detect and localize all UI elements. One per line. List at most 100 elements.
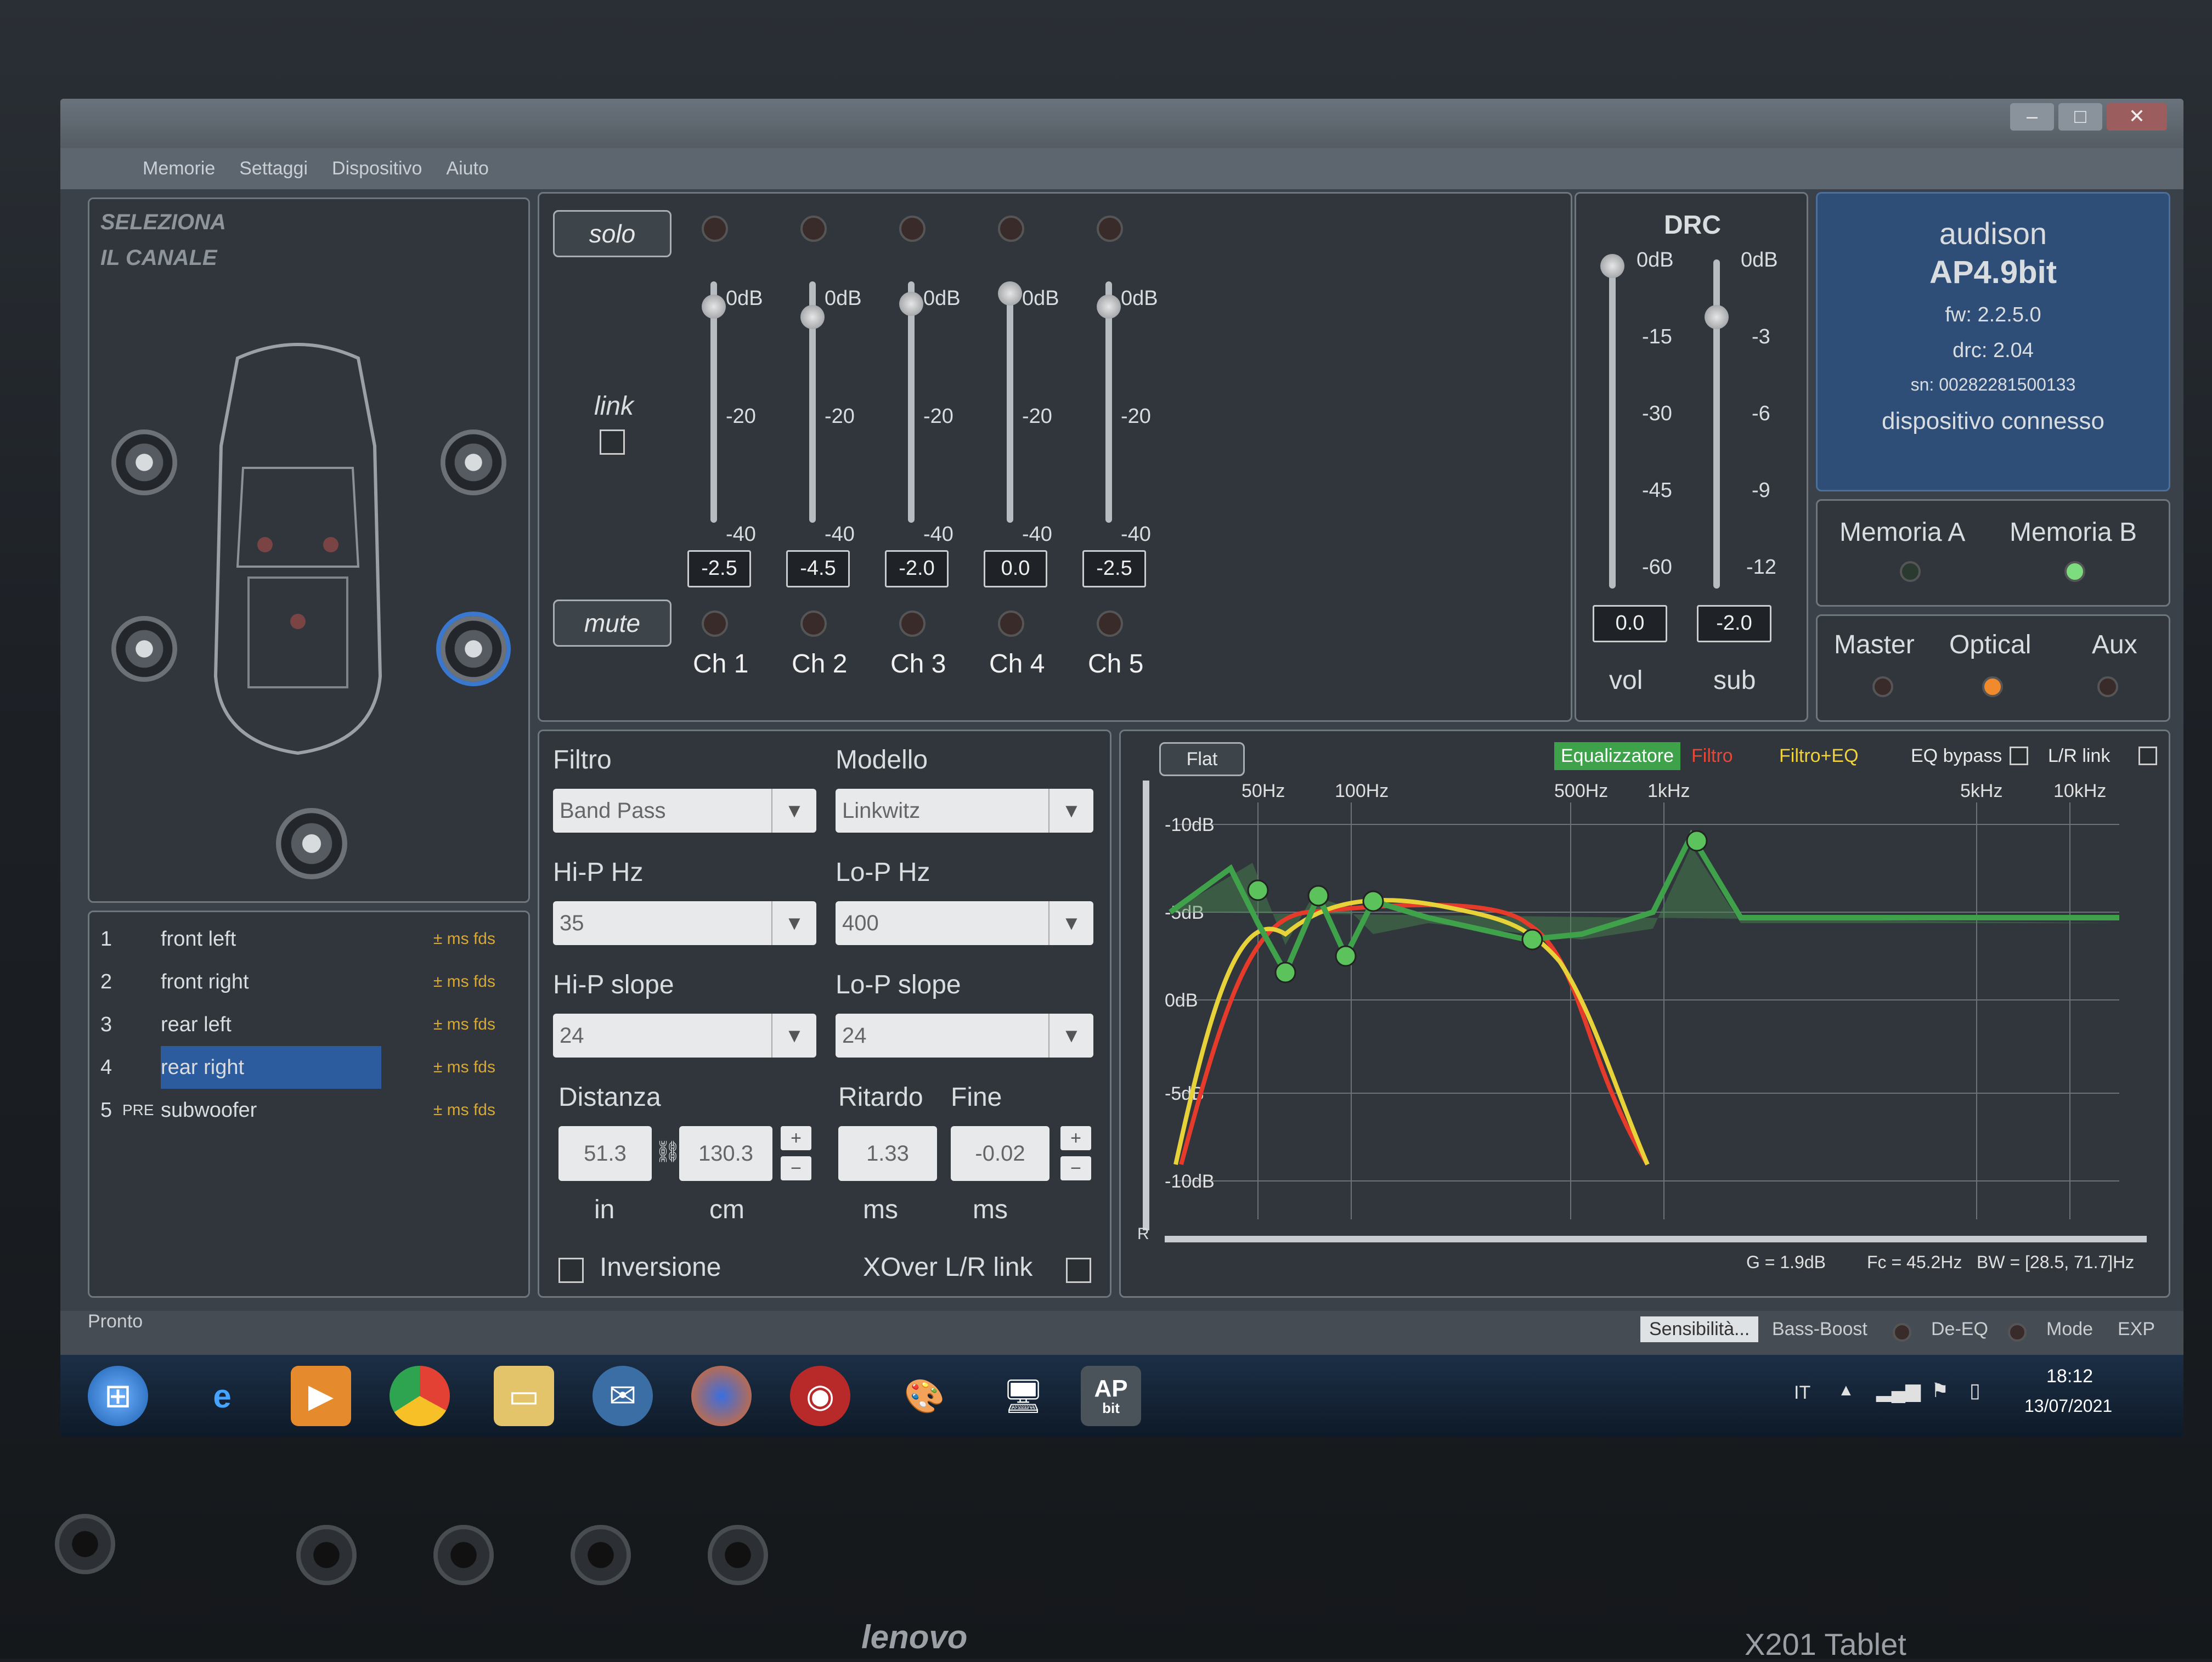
hw-button-1[interactable] xyxy=(296,1525,357,1585)
vol-value[interactable]: 0.0 xyxy=(1593,605,1667,642)
fader-knob-3[interactable] xyxy=(899,292,923,316)
media-player-icon[interactable]: ▶ xyxy=(291,1366,351,1426)
fader-knob-5[interactable] xyxy=(1097,294,1121,319)
mute-button[interactable]: mute xyxy=(553,600,672,647)
vol-slider-knob[interactable] xyxy=(1600,254,1624,278)
memory-b-led[interactable] xyxy=(2064,561,2085,582)
clock-time[interactable]: 18:12 xyxy=(2046,1366,2093,1387)
fader-value-1[interactable]: -2.5 xyxy=(687,550,751,587)
menu-aiuto[interactable]: Aiuto xyxy=(446,158,489,179)
inversione-checkbox[interactable] xyxy=(558,1258,584,1283)
sub-slider-knob[interactable] xyxy=(1705,305,1729,330)
computer-icon[interactable]: 🖥 xyxy=(993,1366,1053,1426)
eq-graph[interactable]: 50Hz 100Hz 500Hz 1kHz 5kHz 10kHz-10dB-5dB0dB-… xyxy=(1143,781,2158,1252)
hw-button-3[interactable] xyxy=(571,1525,631,1585)
distance-cm-field[interactable]: 130.3 xyxy=(679,1126,772,1181)
battery-icon[interactable]: ▯ xyxy=(1970,1379,1980,1402)
memory-a-led[interactable] xyxy=(1900,561,1921,582)
bass-boost-led[interactable] xyxy=(1893,1323,1911,1342)
master-led[interactable] xyxy=(1872,676,1893,697)
fader-knob-4[interactable] xyxy=(998,281,1022,306)
de-eq-led[interactable] xyxy=(2008,1323,2027,1342)
modello-select[interactable]: Linkwitz ▼ xyxy=(836,789,1093,833)
menu-memorie[interactable]: Memorie xyxy=(143,158,215,179)
flag-icon[interactable]: ⚑ xyxy=(1931,1379,1949,1402)
close-button[interactable]: ✕ xyxy=(2107,103,2167,131)
speaker-subwoofer[interactable] xyxy=(276,808,347,879)
sub-value[interactable]: -2.0 xyxy=(1697,605,1771,642)
hw-button-4[interactable] xyxy=(708,1525,768,1585)
fader-value-3[interactable]: -2.0 xyxy=(885,550,949,587)
list-item[interactable]: 2 front right ± ms fds xyxy=(89,960,506,1003)
clock-date[interactable]: 13/07/2021 xyxy=(2024,1396,2112,1416)
optical-led[interactable] xyxy=(1982,676,2003,697)
sensibilita-button[interactable]: Sensibilità... xyxy=(1640,1316,1759,1342)
menu-settaggi[interactable]: Settaggi xyxy=(239,158,308,179)
filtro-select[interactable]: Band Pass ▼ xyxy=(553,789,816,833)
list-item[interactable]: 1 front left ± ms fds xyxy=(89,918,506,960)
menu-dispositivo[interactable]: Dispositivo xyxy=(332,158,422,179)
solo-led-2[interactable] xyxy=(800,216,827,242)
signal-icon[interactable]: ▂▄▆ xyxy=(1876,1379,1921,1402)
solo-led-3[interactable] xyxy=(899,216,926,242)
internet-explorer-icon[interactable]: e xyxy=(192,1366,252,1426)
distance-in-field[interactable]: 51.3 xyxy=(558,1126,652,1181)
start-button-icon[interactable]: ⊞ xyxy=(88,1366,148,1426)
fine-minus-button[interactable]: − xyxy=(1060,1156,1091,1180)
ritardo-field[interactable]: 1.33 xyxy=(838,1126,937,1181)
solo-led-5[interactable] xyxy=(1097,216,1123,242)
fader-track-4[interactable] xyxy=(1007,281,1013,523)
speaker-front-right[interactable] xyxy=(441,429,506,495)
mute-led-5[interactable] xyxy=(1097,610,1123,637)
hip-slope-select[interactable]: 24 ▼ xyxy=(553,1014,816,1058)
hip-select[interactable]: 35 ▼ xyxy=(553,901,816,945)
distance-plus-button[interactable]: + xyxy=(781,1126,811,1150)
mute-led-1[interactable] xyxy=(702,610,728,637)
mute-led-2[interactable] xyxy=(800,610,827,637)
firefox-icon[interactable] xyxy=(691,1366,752,1426)
power-button[interactable] xyxy=(55,1514,115,1574)
link-checkbox[interactable] xyxy=(600,429,625,455)
folder-icon[interactable]: ▭ xyxy=(494,1366,554,1426)
fader-value-4[interactable]: 0.0 xyxy=(984,550,1047,587)
solo-led-1[interactable] xyxy=(702,216,728,242)
fader-knob-2[interactable] xyxy=(800,304,825,329)
app-red-icon[interactable]: ◉ xyxy=(790,1366,850,1426)
list-item[interactable]: 5 PRE subwoofer ± ms fds xyxy=(89,1089,506,1132)
hw-button-2[interactable] xyxy=(433,1525,494,1585)
equalizzatore-tab[interactable]: Equalizzatore xyxy=(1554,742,1681,770)
mute-led-3[interactable] xyxy=(899,610,926,637)
paint-icon[interactable]: 🎨 xyxy=(894,1366,955,1426)
fader-knob-1[interactable] xyxy=(702,294,726,319)
minimize-button[interactable]: – xyxy=(2010,103,2054,131)
speaker-front-left[interactable] xyxy=(111,429,177,495)
aux-led[interactable] xyxy=(2097,676,2118,697)
speaker-rear-left[interactable] xyxy=(111,616,177,682)
fine-plus-button[interactable]: + xyxy=(1060,1126,1091,1150)
lop-slope-select[interactable]: 24 ▼ xyxy=(836,1014,1093,1058)
fader-value-5[interactable]: -2.5 xyxy=(1082,550,1146,587)
filtro-eq-tab[interactable]: Filtro+EQ xyxy=(1779,745,1859,767)
filtro-tab[interactable]: Filtro xyxy=(1691,745,1733,767)
lr-link-checkbox[interactable] xyxy=(2138,747,2157,765)
maximize-button[interactable]: □ xyxy=(2058,103,2102,131)
eq-bypass-checkbox[interactable] xyxy=(2010,747,2028,765)
ap-bit-app-icon[interactable]: AP bit xyxy=(1081,1366,1141,1426)
xover-checkbox[interactable] xyxy=(1066,1258,1091,1283)
fine-field[interactable]: -0.02 xyxy=(951,1126,1049,1181)
solo-led-4[interactable] xyxy=(998,216,1024,242)
fader-track-3[interactable] xyxy=(908,281,915,523)
chrome-icon[interactable] xyxy=(390,1366,450,1426)
thunderbird-icon[interactable]: ✉ xyxy=(592,1366,653,1426)
list-item[interactable]: 3 rear left ± ms fds xyxy=(89,1003,506,1046)
distance-minus-button[interactable]: − xyxy=(781,1156,811,1180)
solo-button[interactable]: solo xyxy=(553,210,672,257)
tray-arrow-icon[interactable]: ▲ xyxy=(1838,1381,1854,1400)
language-indicator[interactable]: IT xyxy=(1794,1382,1810,1404)
flat-button[interactable]: Flat xyxy=(1159,742,1245,776)
mute-led-4[interactable] xyxy=(998,610,1024,637)
lop-select[interactable]: 400 ▼ xyxy=(836,901,1093,945)
fader-value-2[interactable]: -4.5 xyxy=(786,550,850,587)
vol-slider-track[interactable] xyxy=(1609,259,1616,589)
list-item-selected[interactable]: 4 rear right ± ms fds xyxy=(89,1046,506,1089)
